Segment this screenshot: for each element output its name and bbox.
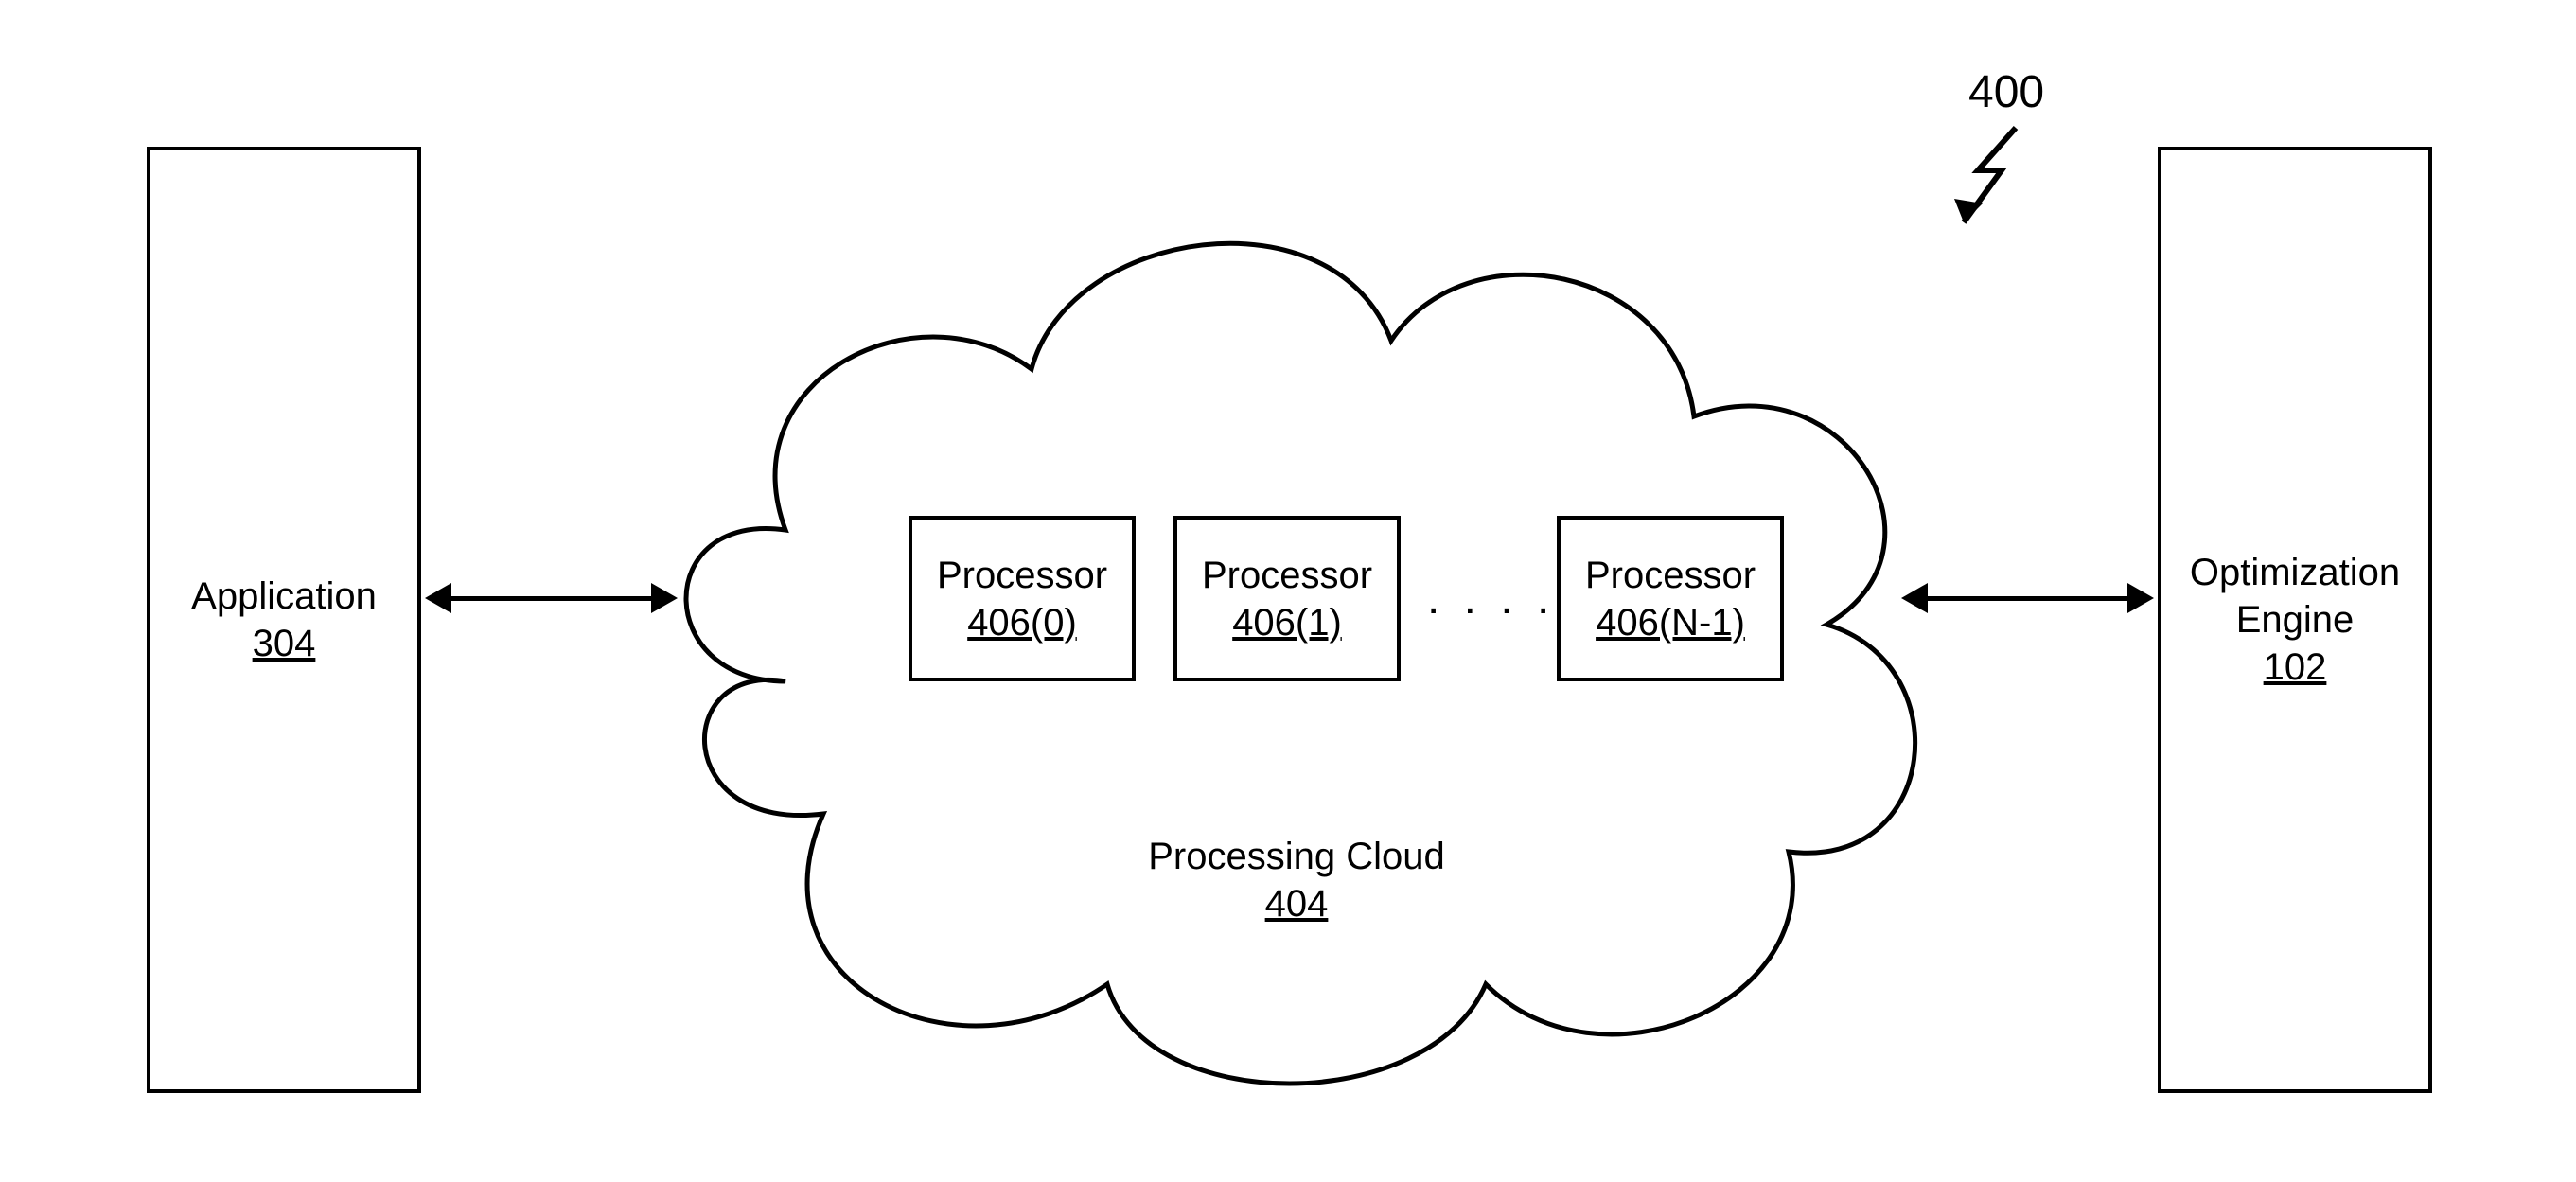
connector-app-cloud-line [450, 596, 653, 601]
processor-label: Processor [937, 552, 1107, 599]
processing-cloud-label-block: Processing Cloud 404 [1069, 833, 1524, 927]
processor-label: Processor [1202, 552, 1372, 599]
processor-ellipsis: . . . . [1427, 573, 1555, 625]
processor-ref-1: 406(1) [1232, 599, 1342, 646]
processor-label: Processor [1585, 552, 1756, 599]
connector-cloud-opt-head-left [1901, 583, 1928, 613]
figure-reference-number: 400 [1968, 66, 2044, 118]
processing-cloud-label: Processing Cloud [1069, 833, 1524, 880]
optimization-engine-box: Optimization Engine 102 [2158, 147, 2432, 1093]
optimization-label-1: Optimization [2190, 549, 2400, 596]
processor-box-0: Processor 406(0) [909, 516, 1136, 681]
processor-ref-0: 406(0) [967, 599, 1077, 646]
diagram-stage: 400 Application 304 Optimization Engine … [0, 0, 2576, 1182]
application-label: Application [191, 573, 377, 620]
connector-cloud-opt-line [1926, 596, 2129, 601]
optimization-ref: 102 [2264, 644, 2327, 691]
connector-cloud-opt-head-right [2127, 583, 2154, 613]
processor-ref-n: 406(N-1) [1596, 599, 1745, 646]
figure-reference-arrow [1950, 123, 2035, 237]
processing-cloud-ref: 404 [1069, 880, 1524, 927]
processor-box-1: Processor 406(1) [1173, 516, 1401, 681]
application-ref: 304 [253, 620, 316, 667]
connector-app-cloud-head-left [425, 583, 451, 613]
application-box: Application 304 [147, 147, 421, 1093]
connector-app-cloud-head-right [651, 583, 678, 613]
optimization-label-2: Engine [2236, 596, 2355, 644]
processor-box-n: Processor 406(N-1) [1557, 516, 1784, 681]
